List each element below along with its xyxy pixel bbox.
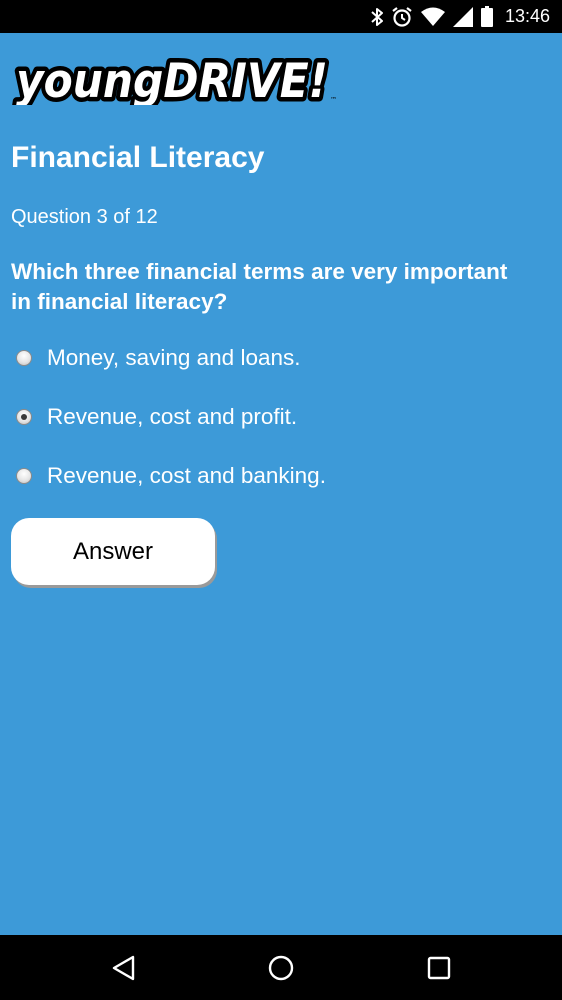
question-progress: Question 3 of 12	[11, 206, 158, 228]
wifi-icon	[420, 7, 445, 27]
option-label: Revenue, cost and profit.	[47, 404, 298, 429]
screen-title: Financial Literacy	[11, 141, 265, 174]
recents-icon[interactable]	[424, 953, 454, 983]
quiz-screen: youngDRIVE! youngDRIVE! ™ Financial Lite…	[0, 33, 562, 935]
status-icons: 13:46	[371, 0, 550, 33]
radio-button[interactable]	[16, 350, 32, 366]
back-icon[interactable]	[109, 953, 139, 983]
status-bar: 13:46	[0, 0, 562, 33]
radio-button-checked[interactable]	[16, 409, 32, 425]
svg-text:youngDRIVE!: youngDRIVE!	[16, 54, 328, 105]
alarm-icon	[391, 6, 413, 28]
option-label: Revenue, cost and banking.	[47, 463, 326, 488]
svg-text:™: ™	[330, 96, 337, 104]
option-revenue-cost-profit[interactable]: Revenue, cost and profit.	[16, 399, 297, 435]
radio-button[interactable]	[16, 468, 32, 484]
cell-signal-icon	[452, 6, 473, 27]
option-money-saving-loans[interactable]: Money, saving and loans.	[16, 340, 301, 376]
option-label: Money, saving and loans.	[47, 345, 301, 370]
question-text: Which three financial terms are very imp…	[11, 259, 508, 314]
battery-icon	[480, 6, 493, 27]
youngdrive-logo: youngDRIVE! youngDRIVE! ™	[12, 45, 342, 106]
navigation-bar	[0, 935, 562, 1000]
home-icon[interactable]	[266, 953, 296, 983]
answer-button[interactable]: Answer	[11, 518, 215, 585]
option-revenue-cost-banking[interactable]: Revenue, cost and banking.	[16, 458, 326, 494]
status-time: 13:46	[504, 6, 550, 26]
bluetooth-icon	[371, 7, 383, 27]
